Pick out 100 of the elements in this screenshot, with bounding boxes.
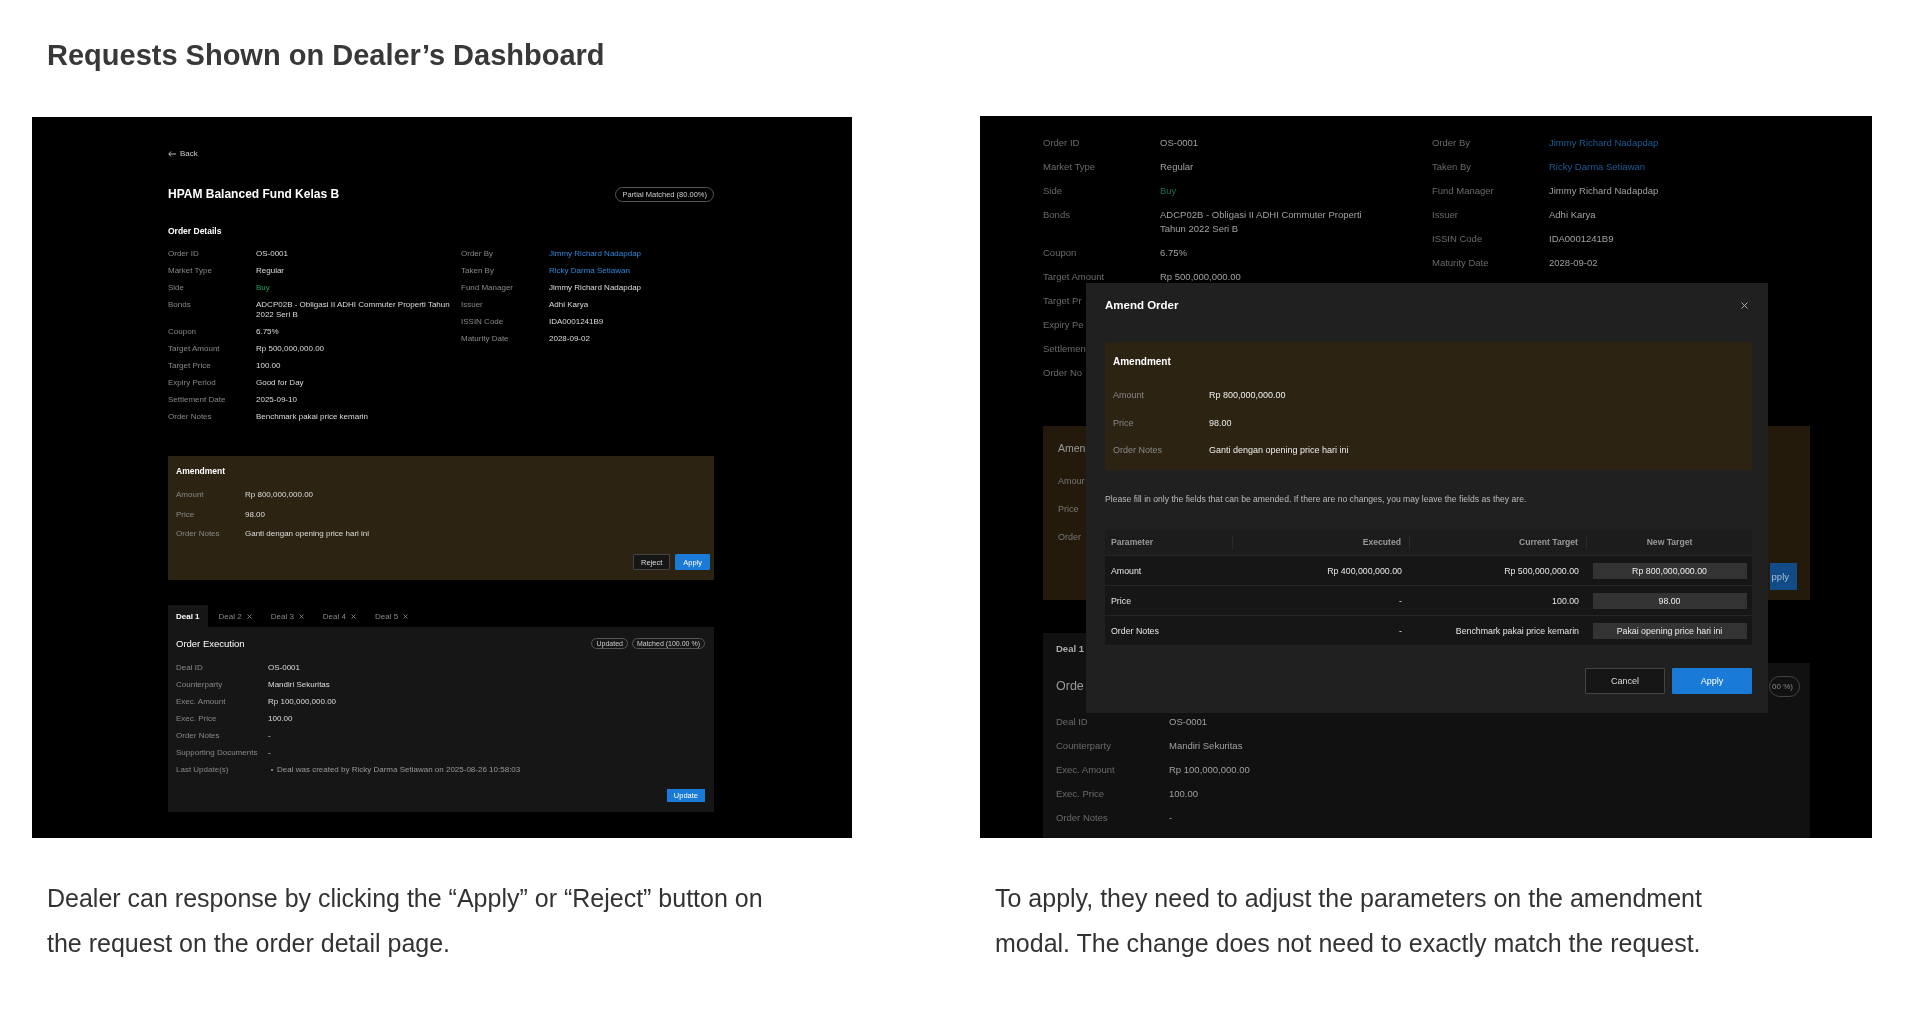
field-label: Order By — [461, 249, 494, 259]
field-label: Deal ID — [176, 663, 204, 673]
field-label: Supporting Documents — [176, 748, 259, 758]
field-value: OS-0001 — [268, 663, 302, 673]
field-value: Adhi Karya — [1549, 208, 1597, 222]
field-value: Adhi Karya — [549, 300, 590, 310]
modal-title: Amend Order — [1105, 299, 1179, 311]
user-link[interactable]: Jimmy Richard Nadapdap — [549, 249, 754, 259]
field-label: Order Notes — [168, 412, 213, 422]
field-label: Side — [168, 283, 185, 293]
table-cell-text: Amount — [1110, 565, 1143, 576]
field-label: Side — [1043, 184, 1063, 198]
field-value: OS-0001 — [256, 249, 290, 259]
field-value: Jimmy Richard Nadapdap — [549, 283, 643, 293]
field-value: Rp 100,000,000.00 — [268, 697, 338, 707]
field-label: Order ID — [1043, 136, 1081, 150]
field-label: Price — [176, 509, 196, 520]
table-cell-text: 100.00 — [1551, 595, 1580, 606]
column-header: Current Target — [1410, 535, 1587, 550]
field-value: Regular — [1160, 160, 1195, 174]
caption-text: To apply, they need to adjust the parameters on the amendment modal. The change does not need to exactly match the request. — [995, 883, 1703, 959]
field-label: Last Update(s) — [176, 765, 230, 775]
column-header: New Target — [1645, 536, 1694, 549]
field-value: - — [1169, 811, 1174, 825]
field-value: Ganti dengan opening price hari ini — [1209, 444, 1349, 457]
close-icon[interactable] — [298, 613, 304, 619]
deal-tab[interactable]: Deal 2 — [210, 605, 260, 627]
field-label: Order ID — [168, 249, 200, 259]
field-label: Fund Manager — [1432, 184, 1495, 198]
field-label: Price — [1113, 416, 1135, 430]
field-label: Fund Manager — [461, 283, 515, 293]
field-label: Amount — [176, 490, 205, 500]
section-title: Order Details — [168, 226, 223, 236]
field-label: Order Notes — [1056, 811, 1109, 825]
field-value: 6.75% — [256, 327, 280, 337]
field-value: 6.75% — [1160, 246, 1188, 260]
field-value: 98.00 — [245, 509, 267, 520]
deal-tab[interactable]: Deal 3 — [262, 605, 312, 627]
input-field[interactable]: Pakai opening price hari ini — [1592, 622, 1747, 639]
input-field[interactable]: 98.00 — [1592, 592, 1747, 609]
panel-title: Amen — [1058, 441, 1086, 456]
apply-button[interactable]: Apply — [1672, 668, 1752, 694]
field-value: OS-0001 — [1160, 136, 1200, 150]
field-value: - — [268, 731, 272, 741]
column-header: Parameter — [1105, 535, 1233, 550]
field-value: 2028-09-02 — [1549, 256, 1599, 270]
cancel-button[interactable]: Cancel — [1585, 668, 1665, 694]
field-label: Taken By — [461, 266, 495, 276]
deal-tab[interactable]: Deal 4 — [314, 605, 364, 627]
field-label: Market Type — [168, 266, 213, 276]
field-label: Order By — [1432, 136, 1471, 150]
field-label: Order Notes — [176, 529, 221, 539]
field-label: Market Type — [1043, 160, 1097, 174]
field-label: Maturity Date — [1432, 256, 1490, 270]
back-link[interactable]: Back — [168, 117, 198, 159]
field-label: ISSIN Code — [461, 317, 505, 327]
table-cell-text: - — [1398, 595, 1403, 606]
field-label: Order No — [1043, 366, 1083, 380]
field-label: Exec. Amount — [176, 697, 227, 707]
field-label: Deal ID — [1056, 715, 1089, 729]
field-label: ISSIN Code — [1432, 232, 1484, 246]
close-icon[interactable] — [246, 613, 252, 619]
apply-button[interactable]: pply — [1769, 563, 1797, 590]
deal-tab[interactable]: Deal 1 — [168, 605, 208, 627]
input-field[interactable]: Rp 800,000,000.00 — [1592, 562, 1747, 579]
field-value: Rp 500,000,000.00 — [256, 344, 326, 354]
page-heading: Requests Shown on Dealer’s Dashboard — [46, 38, 606, 72]
field-value: 2025-09-10 — [256, 395, 298, 405]
field-label: Order Notes — [1113, 444, 1164, 457]
close-icon[interactable] — [1741, 301, 1748, 309]
close-icon[interactable] — [403, 613, 409, 619]
field-value: Good for Day — [256, 378, 305, 388]
field-value: ADCP02B - Obligasi II ADHI Commuter Properti Tahun 2022 Seri B — [256, 300, 451, 320]
user-link[interactable]: Ricky Darma Setiawan — [549, 266, 754, 276]
field-label: Target Price — [168, 361, 212, 371]
instruction-text: Please fill in only the fields that can be amended. If there are no changes, you may leave the fields as they are. — [1105, 493, 1528, 506]
field-label: Amount — [1113, 389, 1146, 402]
panel-title: Amendment — [176, 466, 227, 476]
field-value: - — [268, 748, 272, 758]
field-value: ADCP02B - Obligasi II ADHI Commuter Properti Tahun 2022 Seri B — [1160, 208, 1363, 236]
table-cell-text: Rp 400,000,000.00 — [1326, 565, 1403, 576]
field-label: Issuer — [461, 300, 484, 310]
field-value: OS-0001 — [1169, 715, 1209, 729]
caption-text: Dealer can response by clicking the “Apply” or “Reject” button on the request on the order detail page. — [47, 883, 764, 959]
field-value: IDA0001241B9 — [1549, 232, 1615, 246]
deal-tab[interactable]: Deal 5 — [366, 605, 417, 627]
close-icon[interactable] — [350, 613, 356, 619]
field-label: Taken By — [1432, 160, 1473, 174]
field-value: Regular — [256, 266, 285, 276]
field-value: Mandiri Sekuritas — [1169, 739, 1244, 753]
field-label: Expiry Pe — [1043, 318, 1084, 332]
field-value: Buy — [256, 283, 271, 293]
field-value: 100.00 — [256, 361, 282, 371]
field-value: Mandiri Sekuritas — [268, 680, 331, 690]
field-label: Target Pr — [1043, 294, 1082, 308]
column-header: Executed — [1233, 535, 1410, 550]
field-label: Bonds — [168, 300, 192, 311]
panel-title: Amendment — [1113, 355, 1172, 369]
field-label: Exec. Amount — [1056, 763, 1116, 777]
field-value: Rp 800,000,000.00 — [245, 490, 315, 500]
